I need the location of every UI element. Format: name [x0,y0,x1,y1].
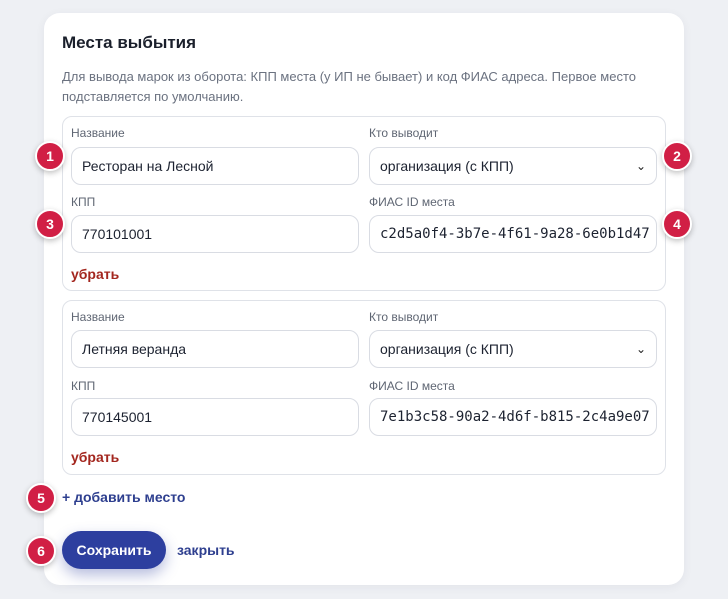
card-description: Для вывода марок из оборота: КПП места (… [62,69,636,104]
save-button[interactable]: Сохранить [62,531,166,569]
place-block: Название Кто выводит Ресторан на Лесной … [62,116,666,291]
kpp-input[interactable]: 770145001 [71,398,359,436]
remove-place-link[interactable]: убрать [71,449,119,465]
place-name-input[interactable]: Ресторан на Лесной [71,147,359,185]
annotation-badge: 6 [26,536,56,566]
name-label: Название [71,126,125,140]
fias-label: ФИАС ID места [369,195,455,209]
place-block: Название Кто выводит Летняя веранда орга… [62,300,666,475]
fias-input[interactable]: 7e1b3c58-90a2-4d6f-b815-2c4a9e07 [369,398,657,436]
chevron-down-icon: ⌄ [635,342,646,356]
add-place-link[interactable]: + добавить место [62,489,185,505]
kpp-input[interactable]: 770101001 [71,215,359,253]
who-select-value: организация (с КПП) [380,158,514,174]
annotation-badge: 5 [26,483,56,513]
annotation-badge: 2 [662,141,692,171]
annotation-badge: 1 [35,141,65,171]
kpp-label: КПП [71,379,96,393]
card-title: Места выбытия [62,33,197,52]
annotation-badge: 4 [662,209,692,239]
who-label: Кто выводит [369,126,439,140]
close-link[interactable]: закрыть [177,542,235,558]
annotation-badge: 3 [35,209,65,239]
fias-label: ФИАС ID места [369,379,455,393]
chevron-down-icon: ⌄ [635,159,646,173]
name-label: Название [71,310,125,324]
fias-input[interactable]: c2d5a0f4-3b7e-4f61-9a28-6e0b1d47 [369,215,657,253]
who-select[interactable]: организация (с КПП) ⌄ [369,330,657,368]
kpp-label: КПП [71,195,96,209]
places-card: Места выбытия Для вывода марок из оборот… [44,13,684,585]
who-label: Кто выводит [369,310,439,324]
who-select[interactable]: организация (с КПП) ⌄ [369,147,657,185]
place-name-input[interactable]: Летняя веранда [71,330,359,368]
who-select-value: организация (с КПП) [380,341,514,357]
remove-place-link[interactable]: убрать [71,266,119,282]
